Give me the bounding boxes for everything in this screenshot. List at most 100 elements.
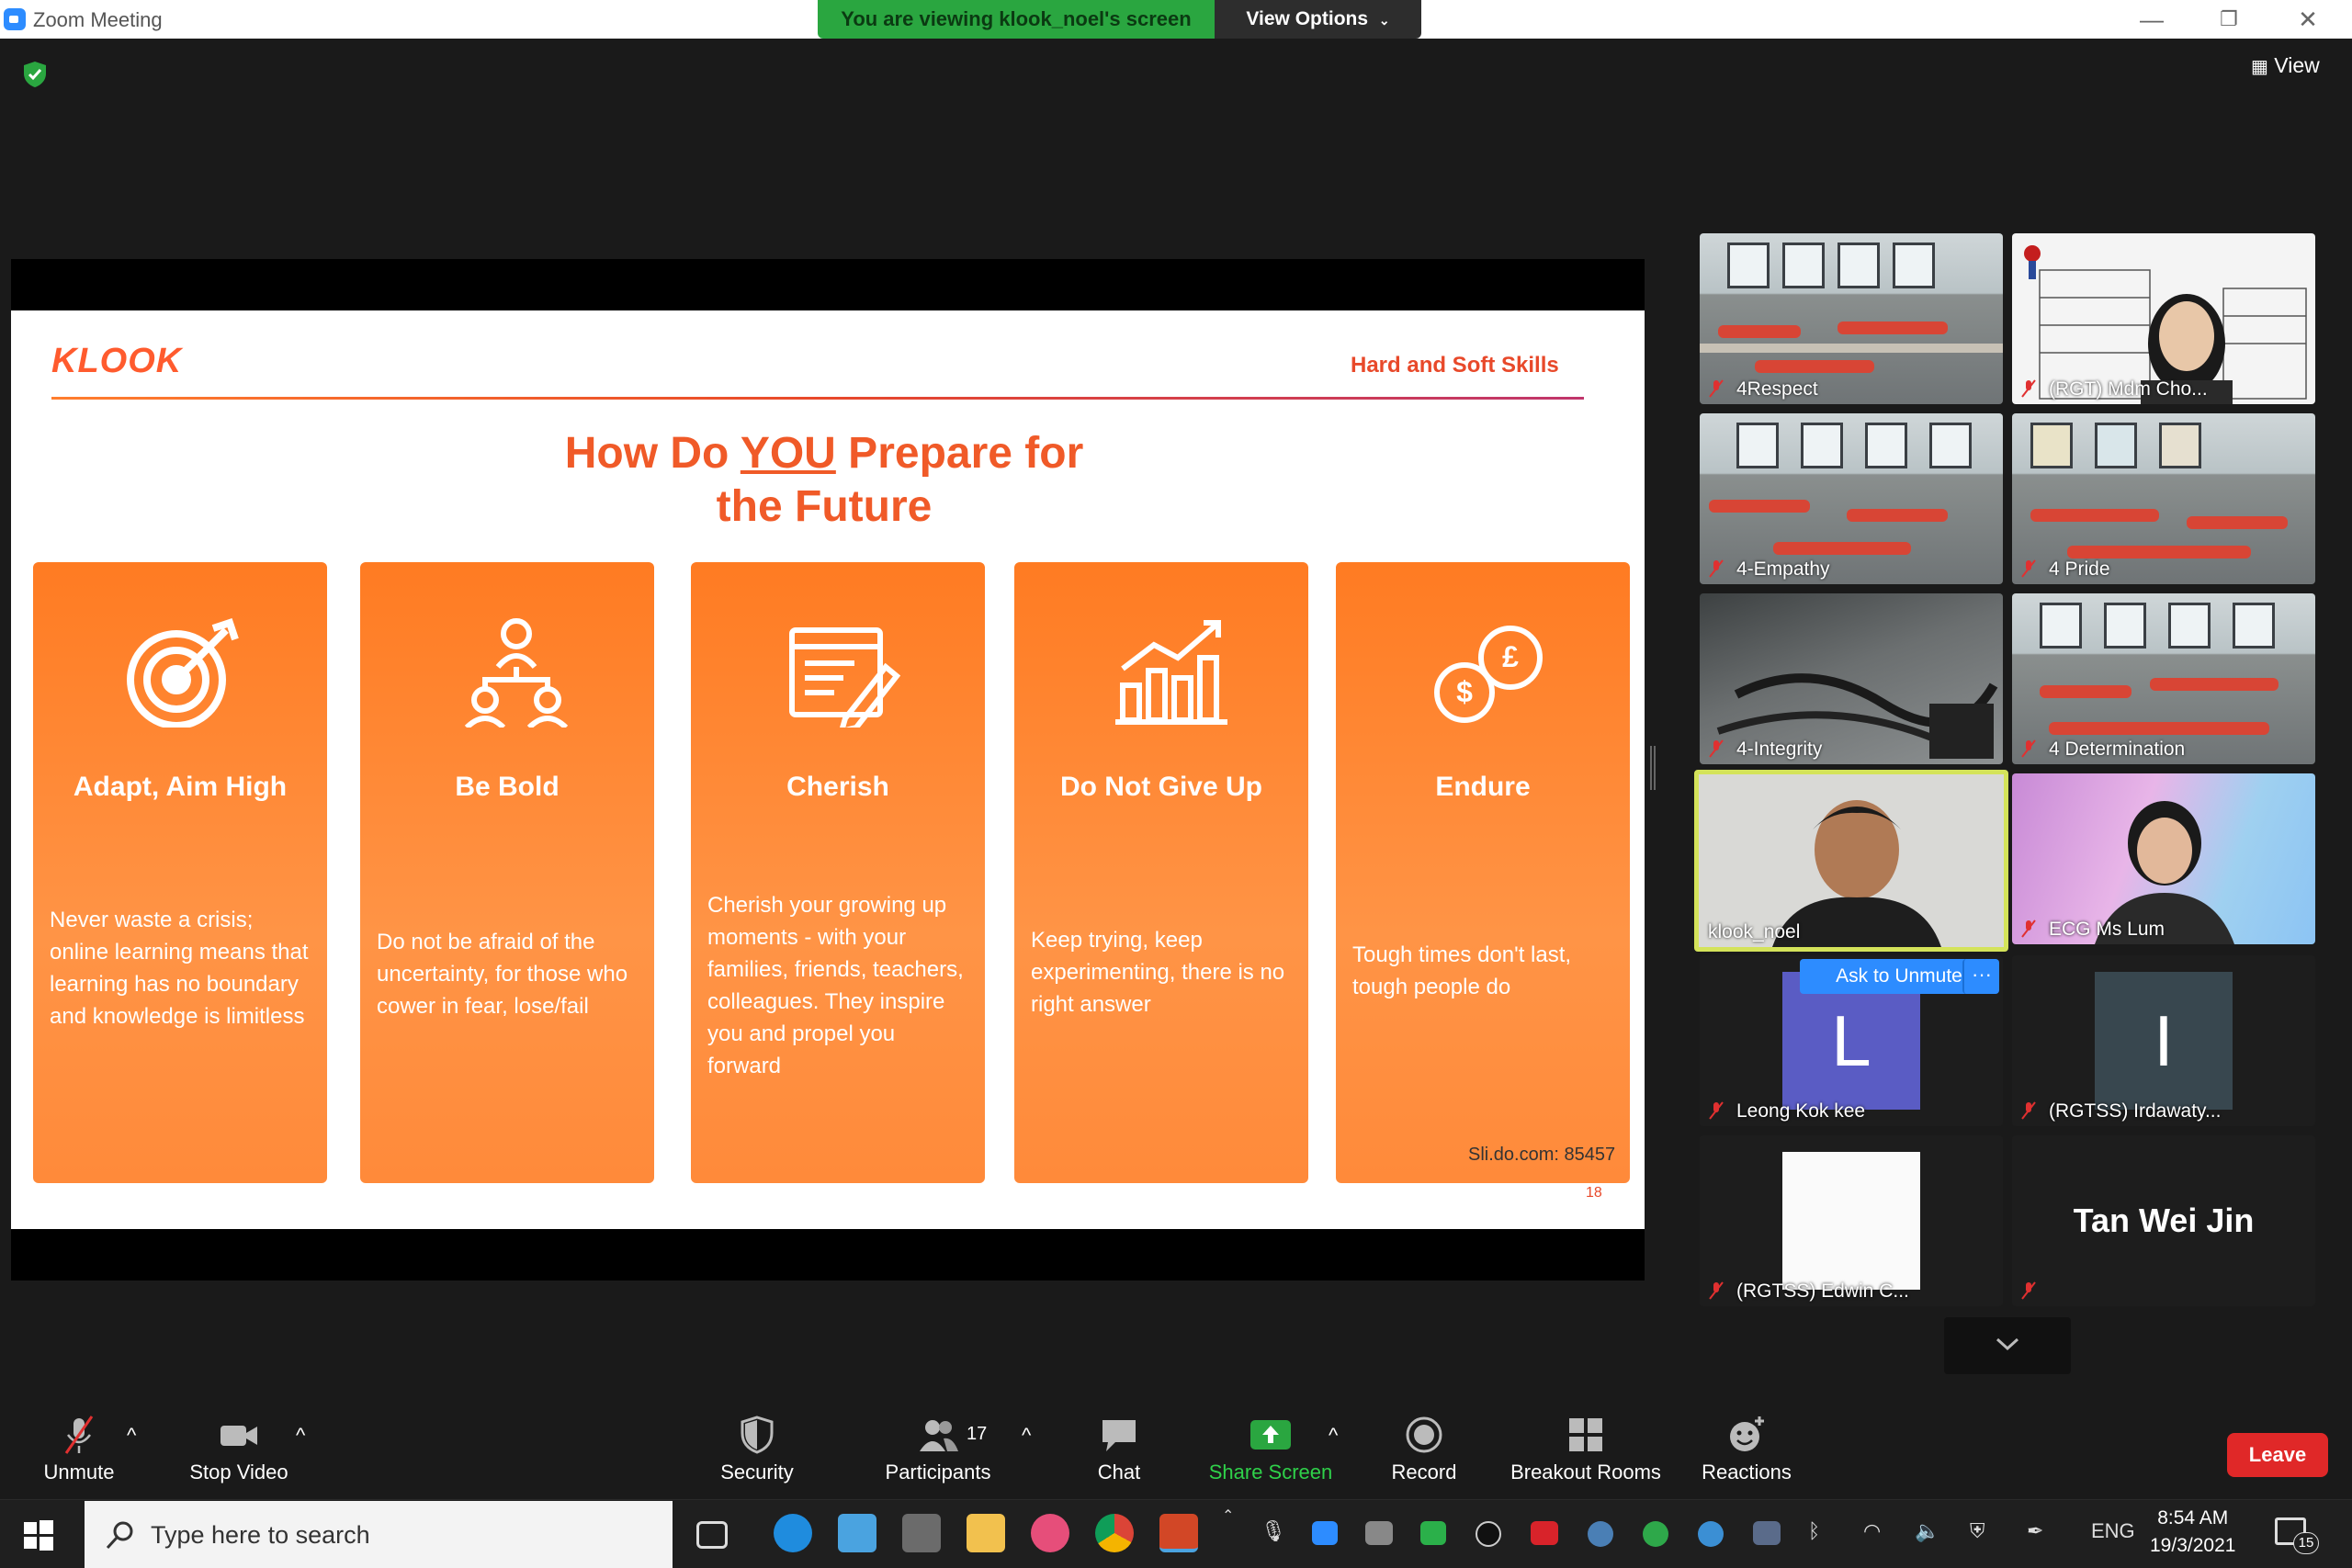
- participants-label: Participants: [885, 1461, 991, 1483]
- slide-divider: [51, 397, 1584, 400]
- profile-picture: [1782, 1152, 1920, 1290]
- app-tray-icon[interactable]: [1476, 1521, 1501, 1547]
- bluetooth-icon[interactable]: ᛒ: [1808, 1519, 1820, 1543]
- participant-name: (RGTSS) Edwin C...: [1736, 1280, 1909, 1302]
- muted-mic-icon: [1709, 1281, 1724, 1300]
- edge-icon[interactable]: [774, 1514, 812, 1552]
- microphone-icon[interactable]: 🎙: [1261, 1519, 1286, 1543]
- view-options-button[interactable]: View Options ⌄: [1215, 0, 1421, 39]
- breakout-rooms-icon: [1569, 1418, 1602, 1451]
- share-screen-button[interactable]: Share Screen: [1202, 1415, 1340, 1484]
- video-options-caret[interactable]: ^: [296, 1424, 305, 1448]
- search-icon: [106, 1521, 133, 1550]
- more-options-button[interactable]: ···: [1962, 959, 1999, 994]
- participant-tile[interactable]: Tan Wei Jin: [2012, 1135, 2315, 1306]
- powerpoint-icon[interactable]: [1159, 1514, 1198, 1552]
- participant-name: klook_noel: [1708, 921, 1801, 942]
- leave-button[interactable]: Leave: [2227, 1433, 2328, 1477]
- audio-options-caret[interactable]: ^: [127, 1424, 136, 1448]
- stop-video-button[interactable]: Stop Video: [184, 1415, 294, 1484]
- meeting-toolbar: [0, 1396, 2352, 1499]
- participant-name: (RGT) Mdm Cho...: [2049, 378, 2208, 400]
- share-options-caret[interactable]: ^: [1329, 1424, 1338, 1448]
- participant-tile[interactable]: 4Respect: [1700, 233, 2003, 404]
- security-button[interactable]: Security: [711, 1415, 803, 1484]
- reactions-button[interactable]: Reactions: [1696, 1415, 1797, 1484]
- view-options-label: View Options: [1246, 8, 1369, 29]
- shield-icon: [741, 1416, 774, 1454]
- unmute-label: Unmute: [43, 1461, 115, 1483]
- chat-label: Chat: [1097, 1461, 1141, 1483]
- app-tray-icon[interactable]: [1531, 1521, 1558, 1545]
- chevron-down-icon: ⌄: [1378, 13, 1390, 28]
- app-tray-icon[interactable]: [1643, 1521, 1668, 1547]
- zoom-app-icon: [4, 8, 26, 30]
- slide-title-line1-text: How Do YOU Prepare for: [564, 429, 1084, 478]
- muted-mic-icon: [1709, 379, 1724, 398]
- participant-name: Leong Kok kee: [1736, 1100, 1866, 1122]
- participant-tile[interactable]: 4-Integrity: [1700, 593, 2003, 764]
- gallery-next-page-button[interactable]: [1944, 1317, 2071, 1374]
- chrome-icon[interactable]: [1095, 1514, 1134, 1552]
- chat-button[interactable]: Chat: [1073, 1415, 1165, 1484]
- participant-name: 4-Integrity: [1736, 739, 1823, 760]
- language-indicator[interactable]: ENG: [2091, 1519, 2135, 1543]
- notepad-pen-icon: [789, 627, 901, 728]
- people-network-icon: [464, 618, 569, 728]
- app-tray-icon[interactable]: [1698, 1521, 1724, 1547]
- record-button[interactable]: Record: [1378, 1415, 1470, 1484]
- windows-start-icon[interactable]: [22, 1518, 55, 1551]
- gallery-resize-handle[interactable]: [1650, 746, 1656, 790]
- slide-title-emphasis: YOU: [740, 429, 836, 478]
- svg-text:$: $: [1456, 675, 1473, 708]
- card-be-bold: Be Bold Do not be afraid of the uncertai…: [360, 562, 654, 1183]
- view-layout-button[interactable]: ▦ View: [2251, 53, 2320, 78]
- muted-mic-icon: [64, 1416, 94, 1454]
- display-icon[interactable]: [1753, 1521, 1781, 1545]
- participant-tile[interactable]: 4-Empathy: [1700, 413, 2003, 584]
- card-body: Tough times don't last, tough people do: [1352, 942, 1572, 999]
- participant-tile-active-speaker[interactable]: klook_noel: [1694, 770, 2008, 952]
- file-explorer-icon[interactable]: [967, 1514, 1005, 1552]
- target-icon: [127, 617, 239, 728]
- app-tray-icon[interactable]: [1420, 1521, 1446, 1545]
- encryption-shield-icon[interactable]: [22, 61, 48, 88]
- wifi-icon[interactable]: ◠: [1863, 1519, 1881, 1543]
- participant-tile[interactable]: 4 Determination: [2012, 593, 2315, 764]
- breakout-rooms-button[interactable]: Breakout Rooms: [1503, 1415, 1668, 1484]
- taskbar-search[interactable]: Type here to search: [85, 1501, 673, 1568]
- snipping-tool-icon[interactable]: [1031, 1514, 1069, 1552]
- defender-icon[interactable]: ⛨: [1970, 1519, 1985, 1543]
- volume-icon[interactable]: 🔈: [1915, 1519, 1939, 1543]
- control-panel-icon[interactable]: [838, 1514, 876, 1552]
- muted-mic-icon: [2021, 559, 2036, 578]
- task-view-icon[interactable]: [696, 1521, 728, 1549]
- pen-icon[interactable]: ✒: [2027, 1519, 2043, 1543]
- participant-tile[interactable]: 4 Pride: [2012, 413, 2315, 584]
- card-heading: Endure: [1435, 772, 1531, 802]
- tray-overflow-icon[interactable]: ⌃: [1222, 1506, 1234, 1525]
- participant-tile[interactable]: (RGT) Mdm Cho...: [2012, 233, 2315, 404]
- security-label: Security: [720, 1461, 794, 1483]
- restore-icon[interactable]: ❐: [2201, 4, 2256, 35]
- participant-tile[interactable]: (RGTSS) Edwin C...: [1700, 1135, 2003, 1306]
- network-globe-icon[interactable]: [1588, 1521, 1613, 1547]
- zoom-tray-icon[interactable]: [1312, 1521, 1338, 1545]
- participants-count: 17: [967, 1424, 988, 1444]
- clock-time: 8:54 AM: [2157, 1507, 2229, 1529]
- close-icon[interactable]: ✕: [2280, 4, 2335, 35]
- card-adapt: Adapt, Aim High Never waste a crisis; on…: [33, 562, 327, 1183]
- participant-tile[interactable]: ECG Ms Lum: [2012, 773, 2315, 944]
- view-label: View: [2274, 53, 2320, 77]
- usb-icon[interactable]: [1365, 1521, 1393, 1545]
- clock[interactable]: 8:54 AM 19/3/2021: [2150, 1505, 2235, 1560]
- unmute-button[interactable]: Unmute: [33, 1415, 125, 1484]
- participant-name: 4 Pride: [2049, 558, 2110, 580]
- participant-tile[interactable]: I (RGTSS) Irdawaty...: [2012, 955, 2315, 1126]
- participant-name-large: Tan Wei Jin: [2073, 1201, 2255, 1239]
- participants-options-caret[interactable]: ^: [1022, 1424, 1031, 1448]
- minimize-icon[interactable]: —: [2124, 4, 2179, 35]
- chat-bubble-icon: [1102, 1420, 1136, 1451]
- klook-logo: KLOOK: [51, 342, 183, 380]
- calculator-icon[interactable]: [902, 1514, 941, 1552]
